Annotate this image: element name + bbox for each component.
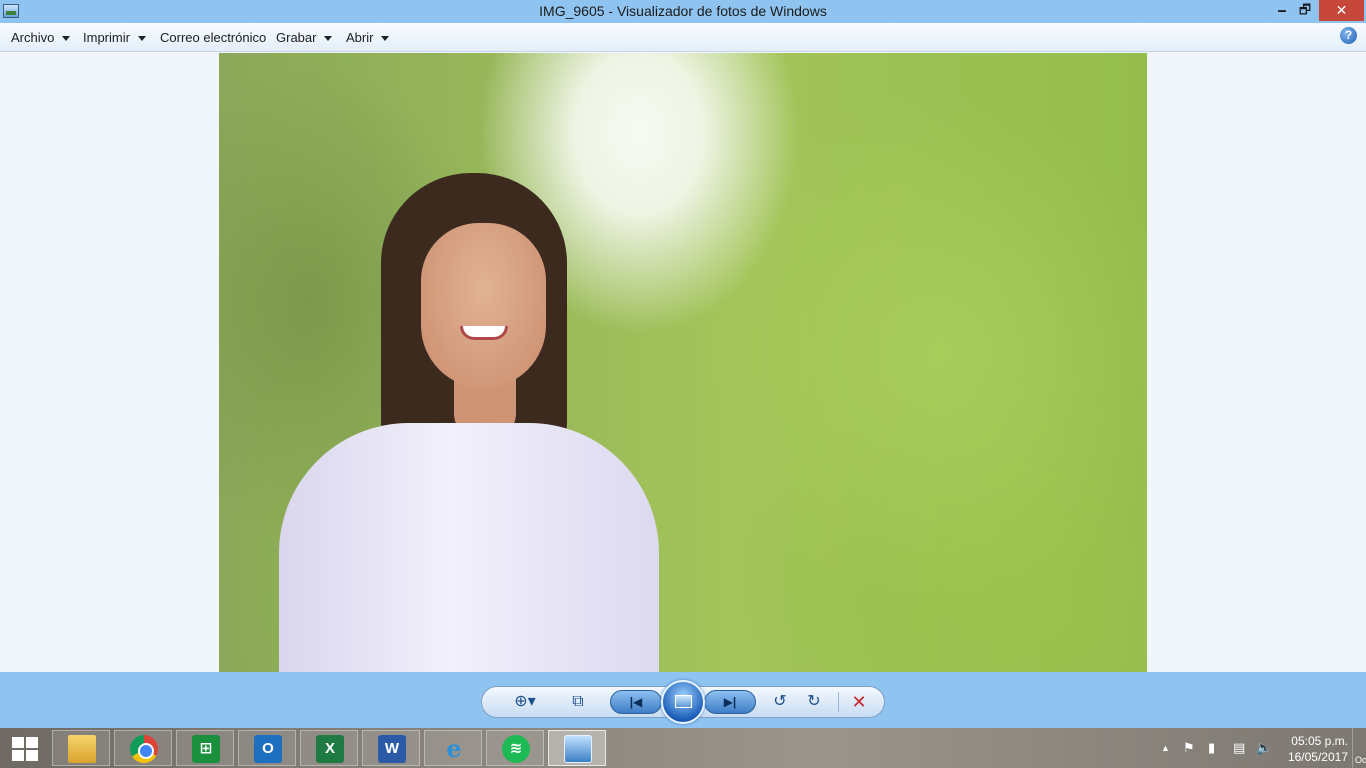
- menu-archivo-label: Archivo: [11, 30, 55, 45]
- menu-imprimir-label: Imprimir: [83, 30, 130, 45]
- menu-abrir[interactable]: Abrir: [346, 30, 390, 45]
- menu-correo-label: Correo electrónico: [160, 30, 267, 45]
- taskbar: ⊞ O X W e ≋ ▲ ⚑ ▮ ▤ 🔈 05:05 p.m. 16/05/2…: [0, 728, 1366, 768]
- show-desktop-button[interactable]: Oo: [1352, 728, 1366, 768]
- help-icon[interactable]: ?: [1340, 27, 1357, 44]
- restore-button[interactable]: 🗗: [1291, 0, 1319, 21]
- taskbar-file-explorer[interactable]: [52, 730, 110, 766]
- rotate-counterclockwise-icon[interactable]: ↺: [764, 686, 796, 718]
- menu-grabar-label: Grabar: [276, 30, 317, 45]
- photo-viewer-icon: [564, 735, 592, 763]
- portrait-photo: [219, 53, 1147, 672]
- next-icon[interactable]: ▶|: [704, 690, 756, 714]
- rotate-clockwise-icon[interactable]: ↻: [798, 686, 830, 718]
- spotify-icon: ≋: [502, 735, 530, 763]
- power-icon[interactable]: ▮: [1208, 740, 1215, 756]
- outlook-icon: O: [254, 735, 282, 763]
- close-button[interactable]: ✕: [1319, 0, 1364, 21]
- menu-archivo[interactable]: Archivo: [11, 30, 71, 45]
- chrome-icon: [130, 735, 158, 763]
- flag-icon[interactable]: ⚑: [1183, 740, 1195, 756]
- menu-grabar[interactable]: Grabar: [276, 30, 333, 45]
- menu-correo[interactable]: Correo electrónico: [160, 30, 266, 45]
- tray-overflow-icon[interactable]: ▲: [1161, 743, 1170, 753]
- taskbar-internet-explorer[interactable]: e: [424, 730, 482, 766]
- actual-size-icon[interactable]: ⧉: [562, 686, 594, 718]
- excel-icon: X: [316, 735, 344, 763]
- chevron-down-icon: [62, 36, 71, 42]
- control-divider: [838, 692, 839, 712]
- taskbar-clock[interactable]: 05:05 p.m. 16/05/2017: [1276, 733, 1348, 765]
- chevron-down-icon: [137, 36, 146, 42]
- menu-abrir-label: Abrir: [346, 30, 374, 45]
- taskbar-excel[interactable]: X: [300, 730, 358, 766]
- photo-shirt-shape: [279, 423, 659, 672]
- store-icon: ⊞: [192, 735, 220, 763]
- clock-date: 16/05/2017: [1287, 750, 1348, 764]
- window-title: IMG_9605 - Visualizador de fotos de Wind…: [539, 3, 827, 19]
- photo-face-shape: [421, 223, 546, 388]
- chevron-down-icon: [324, 36, 333, 42]
- folder-icon: [68, 735, 96, 763]
- clock-time: 05:05 p.m.: [1291, 734, 1348, 748]
- windows-start-icon[interactable]: [12, 737, 38, 761]
- photo-smile-shape: [460, 326, 508, 340]
- magnifier-zoom-icon[interactable]: ⊕▾: [508, 686, 542, 718]
- taskbar-photo-viewer[interactable]: [548, 730, 606, 766]
- volume-icon[interactable]: 🔈: [1256, 740, 1272, 756]
- chevron-down-icon: [381, 36, 390, 42]
- network-icon[interactable]: ▤: [1233, 740, 1245, 756]
- taskbar-spotify[interactable]: ≋: [486, 730, 544, 766]
- taskbar-chrome[interactable]: [114, 730, 172, 766]
- slideshow-screen-glyph: [675, 695, 692, 708]
- delete-icon[interactable]: ✕: [843, 686, 875, 718]
- slideshow-icon[interactable]: [661, 680, 705, 724]
- taskbar-store[interactable]: ⊞: [176, 730, 234, 766]
- viewer-control-bar: ⊕▾ ⧉ |◀ ▶| ↺ ↻ ✕: [0, 672, 1366, 728]
- word-icon: W: [378, 735, 406, 763]
- image-viewport[interactable]: [0, 53, 1366, 672]
- previous-icon[interactable]: |◀: [610, 690, 662, 714]
- taskbar-word[interactable]: W: [362, 730, 420, 766]
- internet-explorer-icon: e: [446, 734, 462, 763]
- menu-imprimir[interactable]: Imprimir: [83, 30, 146, 45]
- taskbar-outlook[interactable]: O: [238, 730, 296, 766]
- title-bar: IMG_9605 - Visualizador de fotos de Wind…: [0, 0, 1366, 23]
- menu-bar: Archivo Imprimir Correo electrónico Grab…: [0, 23, 1366, 52]
